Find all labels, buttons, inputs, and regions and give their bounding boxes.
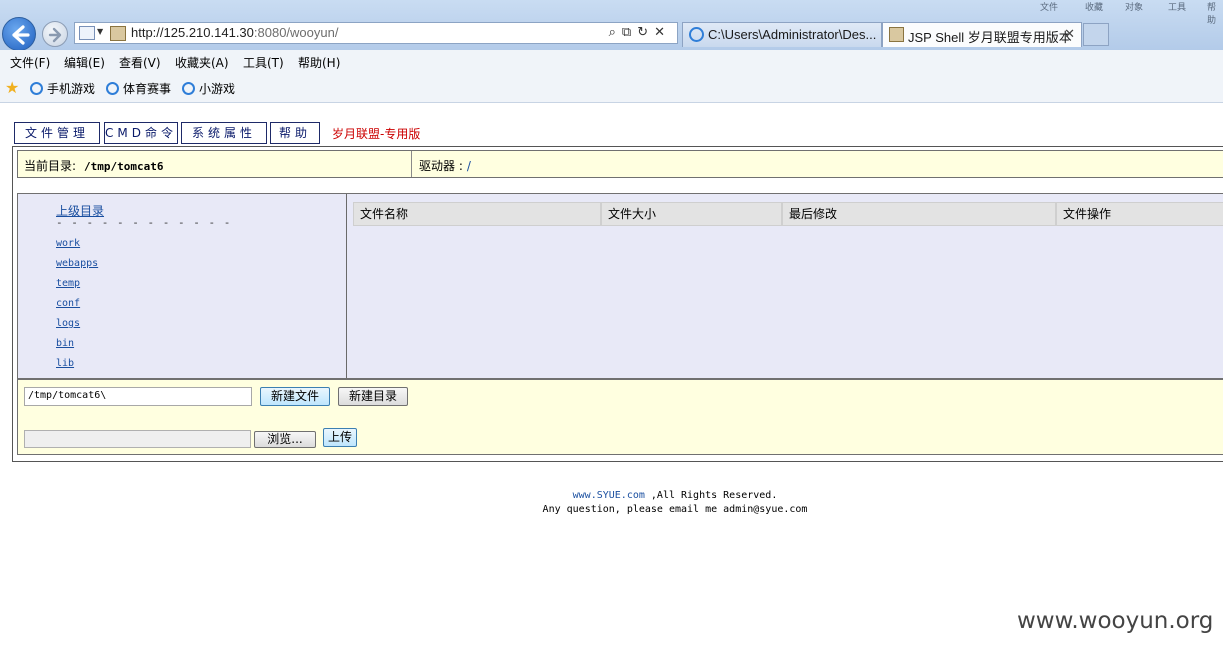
menu-file[interactable]: 文件(F) xyxy=(10,54,50,71)
current-directory: 当前目录:/tmp/tomcat6 xyxy=(24,159,164,173)
back-arrow-icon xyxy=(12,25,30,45)
new-directory-button[interactable]: 新建目录 xyxy=(338,387,408,406)
path-input[interactable]: /tmp/tomcat6\ xyxy=(24,387,252,406)
chevron-down-icon[interactable]: ▼ xyxy=(97,27,103,36)
dir-link-webapps[interactable]: webapps xyxy=(56,258,98,269)
dir-link-work[interactable]: work xyxy=(56,238,80,249)
tab-label: C:\Users\Administrator\Des... xyxy=(708,27,877,42)
site-favicon xyxy=(110,26,126,41)
window-menu-hint: 文件 xyxy=(1040,3,1059,13)
footer-site-link[interactable]: www.SYUE.com xyxy=(573,490,645,501)
favorites-bar: ★ 手机游戏 体育赛事 小游戏 xyxy=(0,75,1223,103)
watermark: www.wooyun.org xyxy=(1017,608,1214,634)
menu-edit[interactable]: 编辑(E) xyxy=(64,54,105,71)
column-header-actions: 文件操作 xyxy=(1056,202,1223,226)
directory-bar: 当前目录:/tmp/tomcat6 驱动器 : / xyxy=(17,150,1223,178)
compatibility-icon[interactable] xyxy=(79,26,95,40)
nav-file-manager[interactable]: 文件管理 xyxy=(14,122,100,144)
refresh-icon[interactable]: ↻ xyxy=(637,25,654,40)
window-menu-hint: 工具 xyxy=(1168,3,1187,13)
nav-help[interactable]: 帮助 xyxy=(270,122,320,144)
divider xyxy=(411,151,412,177)
dir-link-temp[interactable]: temp xyxy=(56,278,80,289)
browse-button[interactable]: 浏览... xyxy=(254,431,316,448)
favorite-item[interactable]: 小游戏 xyxy=(182,80,235,97)
column-header-size: 文件大小 xyxy=(601,202,782,226)
column-header-name: 文件名称 xyxy=(353,202,601,226)
window-menu-hint: 帮助 xyxy=(1207,3,1217,26)
footer-contact: Any question, please email me admin@syue… xyxy=(542,504,808,515)
menu-help[interactable]: 帮助(H) xyxy=(298,54,340,71)
tab-jsp-shell[interactable]: JSP Shell 岁月联盟专用版本 ✕ xyxy=(882,22,1082,47)
menu-view[interactable]: 查看(V) xyxy=(119,54,161,71)
ie-icon xyxy=(106,82,119,95)
divider: - - - - - - - - - - - - xyxy=(56,216,232,229)
back-button[interactable] xyxy=(2,17,36,51)
ie-icon xyxy=(182,82,195,95)
dir-link-lib[interactable]: lib xyxy=(56,358,74,369)
nav-cmd[interactable]: CMD命令 xyxy=(104,122,178,144)
compat-view-icon[interactable]: ⧉ xyxy=(622,25,637,40)
dir-link-logs[interactable]: logs xyxy=(56,318,80,329)
address-tools: ⌕⧉↻✕ xyxy=(609,25,671,40)
new-tab-button[interactable] xyxy=(1083,23,1109,46)
menu-bar: 文件(F) 编辑(E) 查看(V) 收藏夹(A) 工具(T) 帮助(H) xyxy=(0,50,1223,75)
file-operations-panel: /tmp/tomcat6\ 新建文件 新建目录 浏览... 上传 xyxy=(17,379,1223,455)
site-favicon xyxy=(889,27,904,42)
favorite-item[interactable]: 体育赛事 xyxy=(106,80,171,97)
dir-link-conf[interactable]: conf xyxy=(56,298,80,309)
close-tab-icon[interactable]: ✕ xyxy=(1064,26,1075,42)
stop-icon[interactable]: ✕ xyxy=(654,25,671,40)
tab-label: JSP Shell 岁月联盟专用版本 xyxy=(908,30,1072,45)
favorites-star-icon[interactable]: ★ xyxy=(5,78,19,97)
url-text[interactable]: http://125.210.141.30:8080/wooyun/ xyxy=(131,25,338,40)
address-bar[interactable]: ▼ http://125.210.141.30:8080/wooyun/ ⌕⧉↻… xyxy=(74,22,678,44)
brand-text: 岁月联盟-专用版 xyxy=(332,127,421,141)
column-header-modified: 最后修改 xyxy=(782,202,1056,226)
new-file-button[interactable]: 新建文件 xyxy=(260,387,330,406)
drive-link[interactable]: / xyxy=(467,159,471,173)
search-icon[interactable]: ⌕ xyxy=(609,25,622,40)
tab-local-file[interactable]: C:\Users\Administrator\Des... xyxy=(682,22,882,47)
upload-button[interactable]: 上传 xyxy=(323,428,357,447)
dir-link-bin[interactable]: bin xyxy=(56,338,74,349)
drive-selector: 驱动器 : / xyxy=(419,159,471,173)
footer-copyright: www.SYUE.com ,All Rights Reserved. xyxy=(572,490,778,501)
menu-tools[interactable]: 工具(T) xyxy=(243,54,284,71)
ie-icon xyxy=(30,82,43,95)
window-menu-hint: 收藏 xyxy=(1085,3,1104,13)
ie-icon xyxy=(689,27,704,42)
forward-arrow-icon xyxy=(48,27,62,43)
menu-favorites[interactable]: 收藏夹(A) xyxy=(175,54,229,71)
file-browser: 上级目录 - - - - - - - - - - - - work webapp… xyxy=(17,193,1223,379)
favorite-item[interactable]: 手机游戏 xyxy=(30,80,95,97)
window-menu-hint: 对象 xyxy=(1125,3,1144,13)
nav-system-info[interactable]: 系统属性 xyxy=(181,122,267,144)
divider xyxy=(346,194,347,378)
upload-file-field[interactable] xyxy=(24,430,251,448)
forward-button[interactable] xyxy=(42,21,68,47)
